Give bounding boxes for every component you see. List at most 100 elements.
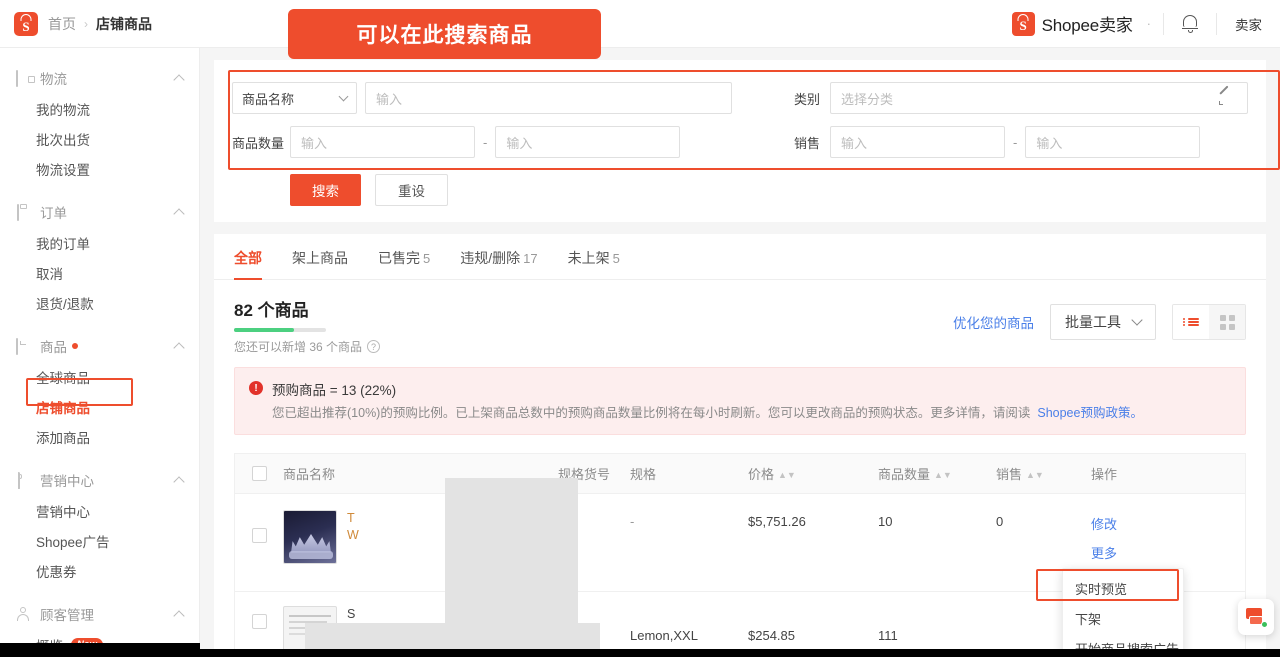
tab-violation-deleted[interactable]: 违规/删除 17 <box>460 248 537 279</box>
shopee-logo-icon[interactable]: S <box>14 11 38 36</box>
quota-subtitle-text: 您还可以新增 36 个商品 <box>234 340 363 354</box>
sidebar-item-shopee-ads[interactable]: Shopee广告 <box>0 526 199 556</box>
optimize-products-link[interactable]: 优化您的商品 <box>953 312 1034 332</box>
product-count-title: 82 个商品 <box>234 301 309 320</box>
qty-max-placeholder: 输入 <box>506 135 533 151</box>
more-actions-link[interactable]: 更多 <box>1091 543 1245 562</box>
search-row-1: 商品名称 输入 类别 选择分类 <box>232 82 1248 114</box>
nav-group-header-marketing[interactable]: 营销中心 <box>0 464 199 496</box>
row-quantity: 111 <box>878 627 898 643</box>
select-all-checkbox[interactable] <box>251 465 267 481</box>
preorder-alert-title: 预购商品 = 13 (22%) <box>272 383 397 398</box>
exclamation-icon: ! <box>249 381 263 395</box>
sort-arrows-icon: ▲▼ <box>934 469 952 480</box>
list-view-icon[interactable] <box>1173 305 1209 339</box>
column-quantity[interactable]: 商品数量 ▲▼ <box>878 464 996 483</box>
row-spec: - <box>630 513 635 529</box>
row-quantity: 10 <box>878 513 893 529</box>
brand-dot: · <box>1146 16 1151 31</box>
nav-group-logistics: 物流 我的物流 批次出货 物流设置 <box>0 62 199 184</box>
sidebar-item-label: 全球商品 <box>36 371 90 386</box>
nav-group-header-customers[interactable]: 顾客管理 <box>0 598 199 630</box>
menu-item-unlist[interactable]: 下架 <box>1063 603 1183 633</box>
category-placeholder: 选择分类 <box>841 91 894 107</box>
seller-menu[interactable]: 卖家 <box>1217 0 1280 47</box>
tag-icon <box>16 471 31 489</box>
main-content: 商品名称 输入 类别 选择分类 商品数量 输入 - 输入 销售 输入 - 输入 … <box>200 48 1280 657</box>
chevron-up-icon <box>173 609 185 622</box>
list-toolbar: 优化您的商品 批量工具 <box>953 296 1246 340</box>
chat-widget-button[interactable] <box>1238 599 1274 635</box>
search-keyword-placeholder: 输入 <box>376 91 403 107</box>
tab-unlisted[interactable]: 未上架 5 <box>568 248 620 279</box>
sidebar-item-return-refund[interactable]: 退货/退款 <box>0 288 199 318</box>
bag-handle-icon-2 <box>1017 13 1029 21</box>
shopee-seller-brand[interactable]: S Shopee卖家 <box>1002 11 1143 36</box>
sidebar-item-my-logistics[interactable]: 我的物流 <box>0 94 199 124</box>
tab-live[interactable]: 架上商品 <box>292 248 348 279</box>
menu-item-live-preview[interactable]: 实时预览 <box>1063 573 1183 603</box>
sales-min-placeholder: 输入 <box>841 135 868 151</box>
preorder-alert: ! 预购商品 = 13 (22%) 您已超出推荐(10%)的预购比例。已上架商品… <box>234 367 1246 435</box>
breadcrumb-home[interactable]: 首页 <box>48 14 76 34</box>
chevron-up-icon <box>173 73 185 86</box>
nav-group-header-products[interactable]: 商品 <box>0 330 199 362</box>
column-price[interactable]: 价格 ▲▼ <box>748 464 878 483</box>
sidebar-item-shop-products[interactable]: 店铺商品 <box>0 392 199 422</box>
search-button[interactable]: 搜索 <box>290 174 361 206</box>
row-checkbox[interactable] <box>251 527 267 543</box>
question-mark-icon[interactable]: ? <box>367 340 381 353</box>
column-label: 规格 <box>630 466 657 482</box>
sidebar-item-add-product[interactable]: 添加商品 <box>0 422 199 452</box>
sidebar-item-logistics-settings[interactable]: 物流设置 <box>0 154 199 184</box>
notifications-button[interactable] <box>1164 0 1216 47</box>
nav-group-label: 营销中心 <box>40 474 94 489</box>
document-icon <box>16 203 31 221</box>
sidebar-item-global-products[interactable]: 全球商品 <box>0 362 199 392</box>
bulk-tools-dropdown[interactable]: 批量工具 <box>1050 304 1156 340</box>
nav-group-header-logistics[interactable]: 物流 <box>0 62 199 94</box>
sales-max-input[interactable]: 输入 <box>1025 126 1201 158</box>
qty-min-input[interactable]: 输入 <box>290 126 475 158</box>
nav-group-products: 商品 全球商品 店铺商品 添加商品 <box>0 330 199 452</box>
search-row-2: 商品数量 输入 - 输入 销售 输入 - 输入 <box>232 126 1248 158</box>
preorder-policy-link[interactable]: Shopee预购政策。 <box>1037 406 1143 420</box>
sidebar-item-coupons[interactable]: 优惠券 <box>0 556 199 586</box>
sort-arrows-icon: ▲▼ <box>778 469 796 480</box>
tab-label: 全部 <box>234 250 262 266</box>
seller-label: 卖家 <box>1235 17 1262 33</box>
sidebar-item-label: 取消 <box>36 267 63 282</box>
sidebar-item-my-orders[interactable]: 我的订单 <box>0 228 199 258</box>
category-input[interactable]: 选择分类 <box>830 82 1248 114</box>
sidebar-item-label: 批次出货 <box>36 133 90 148</box>
crown-product-image[interactable] <box>283 509 337 564</box>
nav-group-header-orders[interactable]: 订单 <box>0 196 199 228</box>
row-actions: 修改 更多 <box>1091 510 1245 572</box>
search-field-select[interactable]: 商品名称 <box>232 82 357 114</box>
sidebar-item-marketing-center[interactable]: 营销中心 <box>0 496 199 526</box>
sidebar-item-label: 退货/退款 <box>36 297 94 312</box>
column-sales[interactable]: 销售 ▲▼ <box>996 464 1091 483</box>
sales-min-input[interactable]: 输入 <box>830 126 1005 158</box>
sidebar-item-batch-ship[interactable]: 批次出货 <box>0 124 199 154</box>
grid-view-icon[interactable] <box>1209 305 1245 339</box>
sidebar-item-label: 添加商品 <box>36 431 90 446</box>
tab-all[interactable]: 全部 <box>234 248 262 280</box>
search-panel: 商品名称 输入 类别 选择分类 商品数量 输入 - 输入 销售 输入 - 输入 … <box>214 60 1280 222</box>
edit-product-link[interactable]: 修改 <box>1091 514 1245 533</box>
search-keyword-input[interactable]: 输入 <box>365 82 732 114</box>
tab-soldout[interactable]: 已售完 5 <box>378 248 430 279</box>
qty-label: 商品数量 <box>232 135 285 151</box>
pencil-icon[interactable] <box>1218 85 1233 106</box>
tab-label: 未上架 <box>567 250 610 266</box>
top-bar: S 首页 › 店铺商品 S Shopee卖家 · 卖家 <box>0 0 1280 48</box>
user-icon <box>16 606 31 622</box>
sidebar-item-cancel[interactable]: 取消 <box>0 258 199 288</box>
online-status-dot <box>1261 621 1268 628</box>
sales-max-placeholder: 输入 <box>1036 135 1063 151</box>
qty-range-separator: - <box>483 134 488 150</box>
row-checkbox[interactable] <box>251 613 267 629</box>
reset-button[interactable]: 重设 <box>375 174 448 206</box>
qty-max-input[interactable]: 输入 <box>495 126 681 158</box>
row-price: $5,751.26 <box>748 513 806 529</box>
